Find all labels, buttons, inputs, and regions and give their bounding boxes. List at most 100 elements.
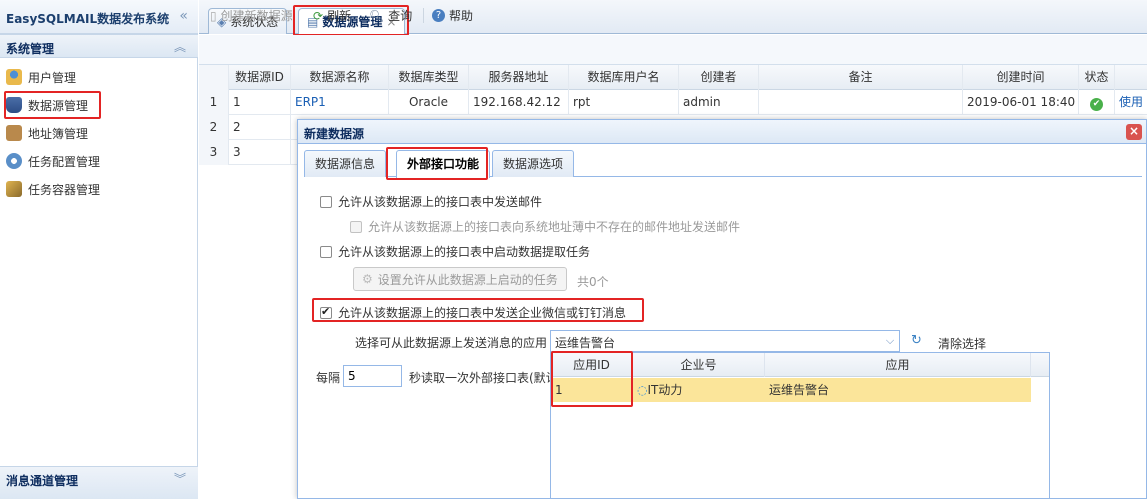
- dropdown-header-row: 应用ID 企业号 应用: [551, 353, 1049, 377]
- sidebar-item-label: 地址簿管理: [28, 126, 89, 141]
- search-icon: 🔍︎: [369, 8, 385, 23]
- address-book-icon: [6, 125, 22, 141]
- option-send-wechat-dingtalk[interactable]: 允许从该数据源上的接口表中发送企业微信或钉钉消息: [320, 304, 626, 321]
- help-icon: ?: [432, 9, 445, 22]
- column-header[interactable]: 创建时间: [963, 65, 1079, 90]
- cell-id: 2: [229, 115, 291, 140]
- tab-datasource-info[interactable]: 数据源信息: [304, 150, 387, 177]
- checkbox-checked[interactable]: [320, 305, 332, 319]
- button-label: 创建新数据源: [220, 9, 293, 23]
- cell-app: 运维告警台: [769, 383, 830, 397]
- section-title: 消息通道管理: [6, 474, 79, 488]
- cell-creator: admin: [679, 90, 759, 115]
- section-title: 系统管理: [6, 42, 55, 56]
- app-select-label: 选择可从此数据源上发送消息的应用: [355, 336, 548, 350]
- tab-external-interface[interactable]: 外部接口功能: [396, 150, 491, 178]
- collapse-sidebar-icon[interactable]: «: [179, 8, 188, 24]
- section-header-message-channel[interactable]: 消息通道管理 ︾: [0, 466, 198, 499]
- option-label: 允许从该数据源上的接口表中发送邮件: [338, 195, 543, 209]
- users-icon: [6, 69, 22, 85]
- checkbox: [350, 220, 362, 233]
- toolbar: [199, 35, 1147, 65]
- column-header[interactable]: 服务器地址: [469, 65, 569, 90]
- app-dropdown-grid: 应用ID 企业号 应用 1 ◌IT动力 运维告警台: [550, 352, 1050, 499]
- column-header[interactable]: 数据源名称: [291, 65, 389, 90]
- dropdown-row-selected[interactable]: 1 ◌IT动力 运维告警台: [551, 378, 1031, 402]
- clear-selection-link[interactable]: 清除选择: [938, 335, 986, 352]
- cell-created: 2019-06-01 18:40: [963, 90, 1079, 115]
- app-header: EasySQLMAIL数据发布系统 «: [0, 0, 198, 34]
- interval-prefix: 每隔: [316, 371, 341, 385]
- column-header[interactable]: 创建者: [679, 65, 759, 90]
- gear-icon: ⚙: [362, 272, 373, 286]
- checkbox[interactable]: [320, 245, 332, 258]
- cell-name-link[interactable]: ERP1: [291, 90, 389, 115]
- column-header[interactable]: 数据源ID: [229, 65, 291, 90]
- cell-note: [759, 90, 963, 115]
- gear-icon: [6, 153, 22, 169]
- interval-input[interactable]: [343, 365, 402, 387]
- cell-id: 1: [229, 90, 291, 115]
- cell-db-user: rpt: [569, 90, 679, 115]
- cell-server: 192.168.42.12: [469, 90, 569, 115]
- chevron-up-icon[interactable]: ︽: [174, 38, 186, 55]
- corp-name: IT动力: [647, 383, 683, 397]
- sidebar-item-task-config[interactable]: 任务配置管理: [6, 150, 100, 172]
- section-header-system[interactable]: 系统管理 ︽: [0, 34, 198, 58]
- option-label: 允许从该数据源上的接口表中启动数据提取任务: [338, 245, 591, 259]
- use-link[interactable]: 使用: [1115, 90, 1147, 115]
- sidebar-item-label: 任务容器管理: [28, 182, 101, 197]
- close-icon[interactable]: ×: [1126, 124, 1142, 140]
- rownum-header: [199, 65, 229, 90]
- dialog-title: 新建数据源: [304, 127, 365, 141]
- container-icon: [6, 181, 22, 197]
- sidebar-item-datasource[interactable]: 数据源管理: [6, 94, 88, 116]
- task-count: 共0个: [577, 275, 609, 289]
- chat-icon: ◌: [637, 383, 648, 397]
- app-select-combo[interactable]: 运维告警台 ⌵: [550, 330, 900, 352]
- button-label: 刷新: [327, 9, 352, 23]
- sidebar-item-users[interactable]: 用户管理: [6, 66, 76, 88]
- option-label: 允许从该数据源上的接口表中发送企业微信或钉钉消息: [338, 306, 627, 320]
- button-label: 查询: [388, 9, 413, 23]
- database-icon: [6, 97, 22, 113]
- status-ok-icon: ✔: [1090, 98, 1103, 111]
- dialog-tabs: 数据源信息 外部接口功能 数据源选项: [304, 147, 1142, 178]
- refresh-button[interactable]: ⟳ 刷新: [313, 7, 351, 24]
- option-send-mail-unknown: 允许从该数据源上的接口表向系统地址薄中不存在的邮件地址发送邮件: [350, 218, 740, 235]
- row-number: 2: [199, 115, 229, 140]
- column-header[interactable]: 数据库类型: [389, 65, 469, 90]
- option-send-mail[interactable]: 允许从该数据源上的接口表中发送邮件: [320, 193, 542, 210]
- chevron-down-icon[interactable]: ︾: [174, 470, 186, 487]
- tab-datasource-options[interactable]: 数据源选项: [492, 150, 575, 177]
- row-number: 1: [199, 90, 229, 115]
- column-header[interactable]: 备注: [759, 65, 963, 90]
- sidebar-item-label: 用户管理: [28, 70, 77, 85]
- sidebar-item-label: 数据源管理: [28, 98, 89, 113]
- chevron-down-icon[interactable]: ⌵: [881, 331, 899, 351]
- cell-id: 3: [229, 140, 291, 165]
- row-number: 3: [199, 140, 229, 165]
- sidebar-item-task-container[interactable]: 任务容器管理: [6, 178, 100, 200]
- cell-app-id: 1: [555, 383, 563, 397]
- sidebar-item-label: 任务配置管理: [28, 154, 101, 169]
- column-header[interactable]: 数据库用户名: [569, 65, 679, 90]
- refresh-icon: ⟳: [313, 8, 324, 23]
- table-header-row: 数据源ID 数据源名称 数据库类型 服务器地址 数据库用户名 创建者 备注 创建…: [199, 65, 1147, 90]
- button-label: 设置允许从此数据源上启动的任务: [377, 272, 558, 287]
- checkbox[interactable]: [320, 195, 332, 208]
- query-button[interactable]: 🔍︎ 查询: [369, 7, 412, 24]
- column-header[interactable]: 状态: [1079, 65, 1115, 90]
- help-button[interactable]: ? 帮助: [432, 7, 473, 24]
- sidebar-item-addressbook[interactable]: 地址簿管理: [6, 122, 88, 144]
- table-row[interactable]: 1 1 ERP1 Oracle 192.168.42.12 rpt admin …: [199, 90, 1147, 115]
- toolbar-divider: [423, 8, 424, 23]
- column-header: 企业号: [633, 353, 765, 377]
- option-label: 允许从该数据源上的接口表向系统地址薄中不存在的邮件地址发送邮件: [368, 220, 741, 234]
- cell-status: ✔: [1079, 90, 1115, 115]
- dialog-header: 新建数据源 ×: [298, 120, 1146, 144]
- create-datasource-button[interactable]: ▯ 创建新数据源: [210, 7, 293, 24]
- option-start-task[interactable]: 允许从该数据源上的接口表中启动数据提取任务: [320, 243, 590, 260]
- refresh-icon[interactable]: ↻: [911, 333, 922, 348]
- button-label: 帮助: [449, 9, 474, 23]
